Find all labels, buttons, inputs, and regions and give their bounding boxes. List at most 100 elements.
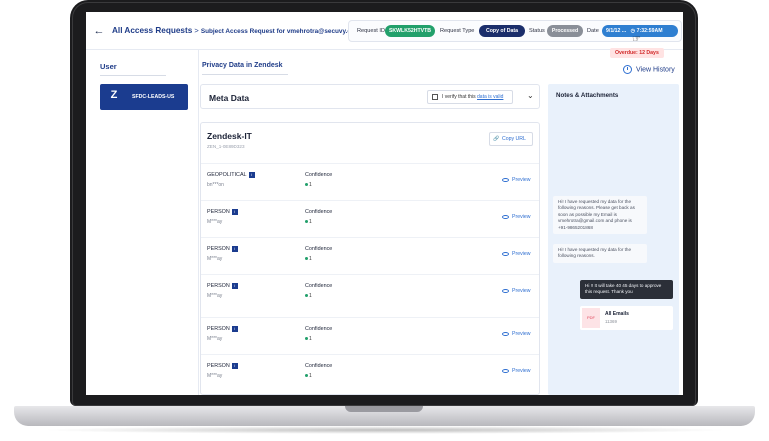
laptop-shadow bbox=[40, 426, 730, 434]
preview-button[interactable]: Preview bbox=[502, 177, 530, 183]
data-type: PERSON i bbox=[207, 363, 238, 369]
data-value: M***ay bbox=[207, 219, 223, 225]
confidence-value: 1 bbox=[305, 293, 312, 299]
verify-text: I verify that this bbox=[442, 94, 478, 100]
back-arrow-icon[interactable]: ← bbox=[92, 24, 106, 38]
request-type-badge: Copy of Data bbox=[479, 25, 525, 37]
data-type: PERSON i bbox=[207, 246, 238, 252]
confidence-value: 1 bbox=[305, 373, 312, 379]
table-row: PERSON i M***ay Confidence 1 Preview bbox=[201, 317, 539, 354]
date-label: Date bbox=[587, 28, 599, 34]
meta-data-title: Meta Data bbox=[209, 93, 250, 103]
data-value: M***ay bbox=[207, 293, 223, 299]
confidence-number: 1 bbox=[309, 293, 312, 299]
attachment-size: 11369 bbox=[605, 319, 617, 324]
sidebar-divider bbox=[198, 50, 199, 395]
info-icon[interactable]: i bbox=[231, 246, 238, 252]
data-type-label: PERSON bbox=[207, 363, 230, 369]
confidence-dot-icon bbox=[305, 183, 308, 187]
eye-icon bbox=[502, 288, 509, 293]
table-row: PERSON i M***ay Confidence 1 Preview bbox=[201, 274, 539, 311]
preview-label: Preview bbox=[512, 177, 531, 183]
user-heading: User bbox=[100, 62, 117, 71]
eye-icon bbox=[502, 214, 509, 219]
preview-button[interactable]: Preview bbox=[502, 288, 530, 294]
zendesk-logo-icon: Z bbox=[110, 89, 118, 101]
history-clock-icon bbox=[623, 65, 632, 74]
hand-cursor-icon: ☞ bbox=[632, 34, 641, 45]
confidence-number: 1 bbox=[309, 336, 312, 342]
info-icon[interactable]: i bbox=[248, 172, 255, 178]
data-type: GEOPOLITICAL i bbox=[207, 172, 255, 178]
page-title-divider bbox=[202, 74, 288, 75]
source-name: Zendesk-IT bbox=[207, 131, 252, 141]
confidence-label: Confidence bbox=[305, 326, 333, 332]
data-value: M***ay bbox=[207, 336, 223, 342]
app-screen: ← All Access Requests > Subject Access R… bbox=[86, 12, 683, 395]
data-value: M***ay bbox=[207, 256, 223, 262]
confidence-label: Confidence bbox=[305, 209, 333, 215]
info-icon[interactable]: i bbox=[231, 283, 238, 289]
source-id: ZEN_1-0E89D323 bbox=[207, 144, 245, 149]
view-history-label: View History bbox=[636, 66, 675, 74]
preview-label: Preview bbox=[512, 251, 531, 257]
eye-icon bbox=[502, 368, 509, 373]
overdue-badge: Overdue: 12 Days bbox=[610, 48, 664, 58]
confidence-dot-icon bbox=[305, 257, 308, 261]
data-type: PERSON i bbox=[207, 326, 238, 332]
view-history-link[interactable]: View History bbox=[623, 65, 675, 74]
source-data-card: Zendesk-IT ZEN_1-0E89D323 Copy URL GEOPO… bbox=[200, 122, 540, 395]
confidence-label: Confidence bbox=[305, 363, 333, 369]
chevron-down-icon[interactable]: ⌄ bbox=[527, 91, 534, 100]
verify-link[interactable]: data is valid bbox=[477, 94, 503, 100]
page-title: Privacy Data in Zendesk bbox=[202, 62, 283, 69]
preview-label: Preview bbox=[512, 214, 531, 220]
table-row: PERSON i M***ay Confidence 1 Preview bbox=[201, 200, 539, 237]
confidence-number: 1 bbox=[309, 219, 312, 225]
copy-url-button[interactable]: Copy URL bbox=[489, 132, 533, 146]
preview-label: Preview bbox=[512, 331, 531, 337]
data-type-label: PERSON bbox=[207, 283, 230, 289]
attachment-item[interactable]: PDF All Emails 11369 bbox=[580, 306, 673, 330]
confidence-dot-icon bbox=[305, 374, 308, 378]
preview-button[interactable]: Preview bbox=[502, 251, 530, 257]
preview-label: Preview bbox=[512, 288, 531, 294]
info-icon[interactable]: i bbox=[231, 326, 238, 332]
header-bar: ← All Access Requests > Subject Access R… bbox=[86, 12, 683, 58]
preview-button[interactable]: Preview bbox=[502, 214, 530, 220]
checkbox-icon[interactable] bbox=[432, 94, 438, 100]
confidence-label: Confidence bbox=[305, 246, 333, 252]
request-id-label: Request ID bbox=[357, 28, 385, 34]
confidence-number: 1 bbox=[309, 182, 312, 188]
meta-data-panel[interactable]: Meta Data I verify that this data is val… bbox=[200, 84, 540, 109]
verify-checkbox[interactable]: I verify that this data is valid bbox=[427, 90, 513, 104]
user-heading-divider bbox=[100, 75, 166, 76]
data-type-label: PERSON bbox=[207, 246, 230, 252]
note-message: Hi! I have requested my data for the fol… bbox=[553, 244, 647, 263]
data-type: PERSON i bbox=[207, 283, 238, 289]
confidence-value: 1 bbox=[305, 219, 312, 225]
system-card-sfdc[interactable]: Z SFDC-LEADS-US bbox=[100, 84, 188, 110]
eye-icon bbox=[502, 331, 509, 336]
notes-panel: Notes & Attachments Hi! I have requested… bbox=[548, 84, 679, 395]
data-type-label: PERSON bbox=[207, 326, 230, 332]
data-type-label: PERSON bbox=[207, 209, 230, 215]
preview-button[interactable]: Preview bbox=[502, 331, 530, 337]
date-value: 9/1/12 ... bbox=[606, 28, 627, 34]
info-icon[interactable]: i bbox=[231, 363, 238, 369]
table-row: PERSON i M***ay Confidence 1 Preview bbox=[201, 354, 539, 391]
attachment-name: All Emails bbox=[605, 311, 629, 317]
data-value: M***ay bbox=[207, 373, 223, 379]
confidence-label: Confidence bbox=[305, 172, 333, 178]
note-reply: Hi !! It will take 40 45 days to approve… bbox=[580, 280, 673, 299]
request-type-label: Request Type bbox=[440, 28, 475, 34]
breadcrumb-all-requests[interactable]: All Access Requests bbox=[112, 26, 192, 35]
breadcrumb-separator: > bbox=[192, 26, 201, 35]
preview-button[interactable]: Preview bbox=[502, 368, 530, 374]
eye-icon bbox=[502, 177, 509, 182]
pdf-file-icon: PDF bbox=[582, 308, 600, 328]
info-icon[interactable]: i bbox=[231, 209, 238, 215]
request-id-badge: SKWLK52HTVTB bbox=[385, 25, 435, 37]
status-badge: Processed bbox=[547, 25, 583, 37]
laptop-notch bbox=[345, 406, 423, 412]
